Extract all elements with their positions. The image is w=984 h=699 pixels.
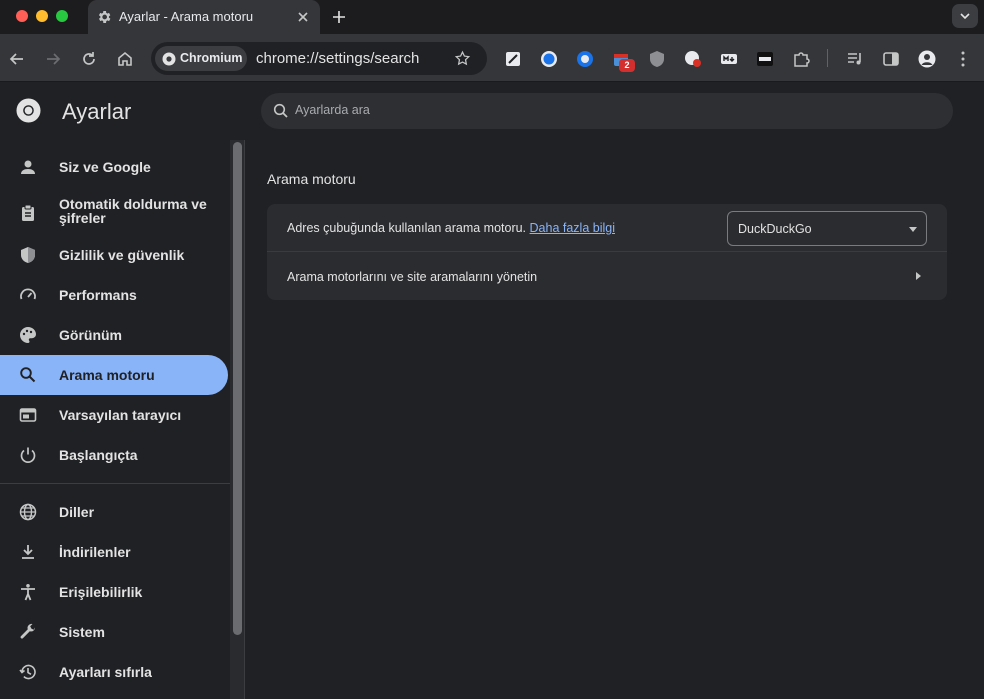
- sidebar-item-downloads[interactable]: İndirilenler: [0, 532, 228, 572]
- site-info-chip[interactable]: Chromium: [155, 46, 247, 71]
- sidebar-item-you-and-google[interactable]: Siz ve Google: [0, 147, 228, 187]
- sidebar-item-autofill[interactable]: Otomatik doldurma ve şifreler: [0, 190, 228, 236]
- sidebar-item-label: Otomatik doldurma ve şifreler: [59, 196, 207, 226]
- tab-search-button[interactable]: [952, 4, 978, 28]
- sidebar-item-label: Ayarları sıfırla: [59, 664, 152, 680]
- sidebar-item-label: Siz ve Google: [59, 159, 151, 175]
- sidebar-item-default-browser[interactable]: Varsayılan tarayıcı: [0, 395, 228, 435]
- extension-blocked-icon[interactable]: [684, 50, 702, 68]
- more-menu-icon[interactable]: [954, 50, 972, 68]
- ublock-shield-icon[interactable]: [648, 50, 666, 68]
- sidebar-item-accessibility[interactable]: Erişilebilirlik: [0, 572, 228, 612]
- zoom-window-button[interactable]: [56, 10, 68, 22]
- settings-search-input[interactable]: Ayarlarda ara: [261, 93, 953, 129]
- default-engine-text: Adres çubuğunda kullanılan arama motoru.: [287, 221, 527, 235]
- history-icon: [19, 664, 36, 680]
- sidebar-item-label: Arama motoru: [59, 367, 155, 383]
- browser-toolbar: Chromium chrome://settings/search 2: [0, 34, 984, 82]
- search-engine-card: Adres çubuğunda kullanılan arama motoru.…: [267, 204, 947, 300]
- sidebar-item-label: Varsayılan tarayıcı: [59, 407, 182, 423]
- sidebar-item-label: Diller: [59, 504, 95, 520]
- reload-icon[interactable]: [80, 50, 98, 68]
- search-icon: [273, 103, 288, 118]
- selected-engine-value: DuckDuckGo: [738, 222, 812, 236]
- bookmark-star-icon[interactable]: [454, 50, 471, 67]
- section-title: Arama motoru: [267, 171, 356, 187]
- power-icon: [20, 447, 36, 463]
- sidebar-item-system[interactable]: Sistem: [0, 612, 228, 652]
- chromium-logo-icon: [16, 98, 41, 123]
- markdown-icon[interactable]: [720, 50, 738, 68]
- settings-gear-icon: [98, 11, 111, 23]
- home-icon[interactable]: [116, 50, 134, 68]
- sidebar-item-performance[interactable]: Performans: [0, 275, 228, 315]
- chevron-right-icon: [916, 272, 921, 280]
- search-icon: [20, 367, 36, 383]
- sidebar-scrollbar-thumb[interactable]: [233, 142, 242, 635]
- window-titlebar: Ayarlar - Arama motoru: [0, 0, 984, 34]
- back-arrow-icon[interactable]: [8, 50, 26, 68]
- main-divider: [244, 140, 245, 699]
- manage-search-engines-label: Arama motorlarını ve site aramalarını yö…: [287, 270, 538, 284]
- globe-icon: [19, 503, 37, 521]
- search-engine-select[interactable]: DuckDuckGo: [727, 211, 927, 246]
- chevron-down-icon: [960, 13, 970, 20]
- profile-avatar-icon[interactable]: [918, 50, 936, 68]
- sidebar-item-appearance[interactable]: Görünüm: [0, 315, 228, 355]
- media-controls-icon[interactable]: [846, 50, 864, 68]
- forward-arrow-icon[interactable]: [44, 50, 62, 68]
- chip-label: Chromium: [180, 51, 243, 65]
- clipboard-icon: [22, 204, 34, 221]
- default-engine-description: Adres çubuğunda kullanılan arama motoru.…: [287, 221, 615, 235]
- person-icon: [21, 160, 35, 174]
- manage-search-engines-row[interactable]: Arama motorlarını ve site aramalarını yö…: [267, 252, 947, 300]
- search-placeholder: Ayarlarda ara: [295, 103, 370, 117]
- download-icon: [22, 545, 34, 559]
- sidebar-item-label: Sistem: [59, 624, 105, 640]
- dropdown-caret-icon: [909, 227, 917, 232]
- palette-icon: [20, 327, 36, 343]
- extension-c-logo-icon[interactable]: [576, 50, 594, 68]
- sidebar-item-label: Gizlilik ve güvenlik: [59, 247, 185, 263]
- url-shortener-icon[interactable]: [756, 50, 774, 68]
- sidebar-item-label: Başlangıçta: [59, 447, 138, 463]
- accessibility-icon: [21, 584, 35, 601]
- page-title: Ayarlar: [62, 99, 132, 124]
- address-bar[interactable]: Chromium chrome://settings/search: [151, 42, 487, 75]
- sidebar-item-on-startup[interactable]: Başlangıçta: [0, 435, 228, 475]
- minimize-window-button[interactable]: [36, 10, 48, 22]
- extensions-puzzle-icon[interactable]: [792, 50, 810, 68]
- sidebar-divider: [0, 483, 230, 484]
- chromium-logo-icon: [162, 52, 176, 66]
- shield-icon: [21, 247, 35, 263]
- sidebar-item-reset-settings[interactable]: Ayarları sıfırla: [0, 652, 228, 692]
- close-window-button[interactable]: [16, 10, 28, 22]
- sidebar-item-languages[interactable]: Diller: [0, 492, 228, 532]
- settings-sidebar: Siz ve Google Otomatik doldurma ve şifre…: [0, 140, 230, 699]
- toolbar-divider: [827, 49, 828, 67]
- speedometer-icon: [20, 288, 36, 300]
- url-text[interactable]: chrome://settings/search: [256, 50, 419, 67]
- browser-tab[interactable]: Ayarlar - Arama motoru: [88, 0, 320, 34]
- sidebar-item-label: Görünüm: [59, 327, 122, 343]
- close-tab-icon[interactable]: [295, 9, 311, 25]
- extension-edit-icon[interactable]: [504, 50, 522, 68]
- extension-blue-circle-icon[interactable]: [540, 50, 558, 68]
- sidebar-item-privacy[interactable]: Gizlilik ve güvenlik: [0, 235, 228, 275]
- sidebar-item-label: Performans: [59, 287, 137, 303]
- sidebar-item-search-engine[interactable]: Arama motoru: [0, 355, 228, 395]
- learn-more-link[interactable]: Daha fazla bilgi: [530, 221, 615, 235]
- sidebar-item-label: Erişilebilirlik: [59, 584, 143, 600]
- side-panel-icon[interactable]: [882, 50, 900, 68]
- extension-badge: 2: [619, 59, 635, 72]
- browser-window-icon: [19, 408, 37, 422]
- default-engine-row: Adres çubuğunda kullanılan arama motoru.…: [267, 204, 947, 252]
- sidebar-item-label: İndirilenler: [59, 544, 131, 560]
- tab-title: Ayarlar - Arama motoru: [119, 9, 254, 24]
- wrench-icon: [20, 623, 35, 639]
- new-tab-icon[interactable]: [331, 9, 347, 25]
